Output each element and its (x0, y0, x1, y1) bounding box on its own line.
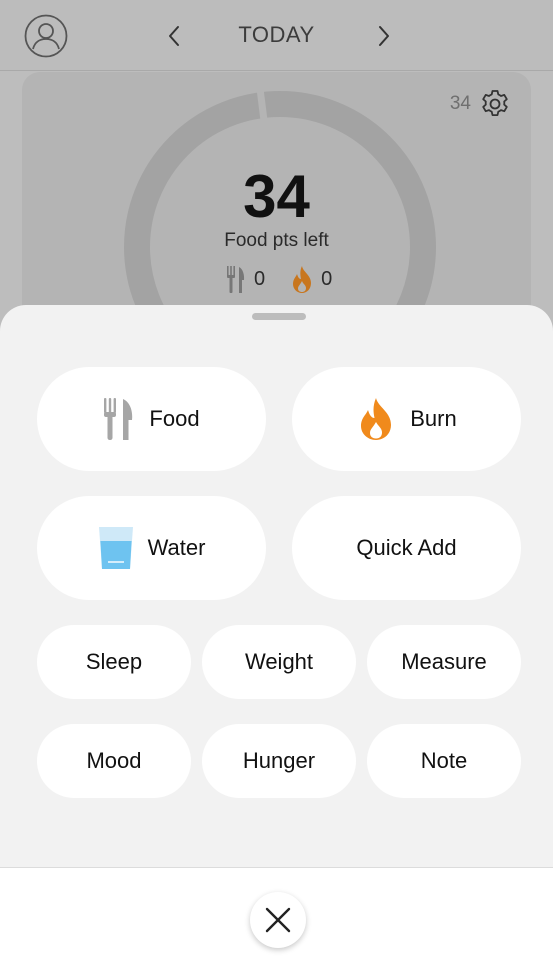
sheet-grabber[interactable] (252, 313, 306, 320)
food-button-label: Food (149, 406, 200, 431)
flame-icon (361, 398, 392, 440)
water-button-label: Water (147, 535, 206, 560)
points-left-value: 34 (243, 163, 310, 230)
quick-add-button-label: Quick Add (356, 535, 457, 560)
sleep-button[interactable]: Sleep (37, 625, 191, 699)
close-button[interactable] (250, 892, 306, 948)
quick-add-button[interactable]: Quick Add (292, 496, 521, 600)
close-icon (265, 907, 291, 933)
note-button-label: Note (420, 748, 468, 773)
mini-stats: 0 0 (226, 264, 332, 294)
sheet-footer (0, 867, 553, 960)
food-button[interactable]: Food (37, 367, 266, 471)
hunger-button-label: Hunger (242, 748, 316, 773)
note-button[interactable]: Note (367, 724, 521, 798)
add-entry-sheet: Food Burn Water Quick Add Sleep Weight M… (0, 305, 553, 867)
measure-button-label: Measure (401, 649, 487, 674)
fork-knife-icon (104, 398, 133, 440)
burn-button[interactable]: Burn (292, 367, 521, 471)
burn-button-label: Burn (410, 406, 457, 431)
top-bar: TODAY (0, 0, 553, 71)
hunger-button[interactable]: Hunger (202, 724, 356, 798)
flame-icon (293, 266, 312, 293)
chevron-left-icon[interactable] (164, 22, 184, 50)
sleep-button-label: Sleep (85, 649, 143, 674)
points-left-label: Food pts left (224, 230, 329, 251)
mood-button-label: Mood (86, 748, 142, 773)
measure-button[interactable]: Measure (367, 625, 521, 699)
water-glass-icon (98, 527, 133, 569)
weight-button-label: Weight (244, 649, 314, 674)
food-count: 0 (254, 267, 266, 290)
chevron-right-icon[interactable] (374, 22, 394, 50)
date-title[interactable]: TODAY (238, 22, 314, 47)
gear-icon[interactable] (479, 88, 511, 120)
weight-button[interactable]: Weight (202, 625, 356, 699)
mood-button[interactable]: Mood (37, 724, 191, 798)
weekly-points: 34 (449, 93, 471, 114)
fork-knife-icon (227, 266, 245, 293)
water-button[interactable]: Water (37, 496, 266, 600)
burn-count: 0 (321, 267, 333, 290)
user-avatar-icon[interactable] (24, 14, 68, 58)
